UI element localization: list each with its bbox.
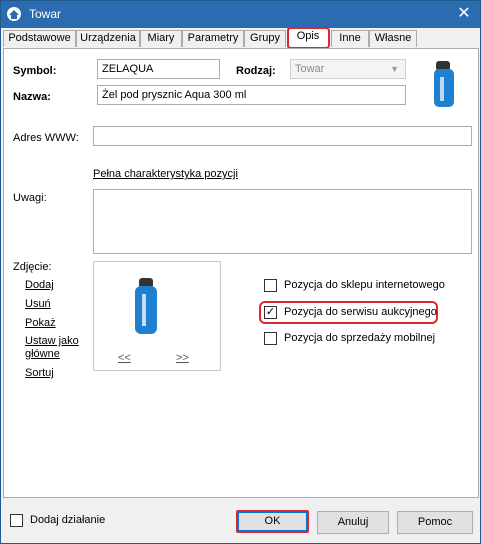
option-auction-label: Pozycja do serwisu aukcyjnego xyxy=(284,306,437,318)
option-webshop[interactable]: Pozycja do sklepu internetowego xyxy=(264,278,464,294)
nazwa-input[interactable]: Żel pod prysznic Aqua 300 ml xyxy=(97,85,406,105)
symbol-label: Symbol: xyxy=(13,65,57,77)
www-label: Adres WWW: xyxy=(13,132,79,144)
nazwa-label: Nazwa: xyxy=(13,91,51,103)
photo-add-link[interactable]: Dodaj xyxy=(25,279,54,292)
chevron-down-icon: ▼ xyxy=(390,64,399,74)
product-window: Towar ✕ Podstawowe Urządzenia Miary Para… xyxy=(0,0,481,544)
option-mobile-label: Pozycja do sprzedaży mobilnej xyxy=(284,332,436,344)
symbol-input[interactable]: ZELAQUA xyxy=(97,59,220,79)
photo-show-link[interactable]: Pokaż xyxy=(25,317,56,330)
rodzaj-value: Towar xyxy=(295,63,325,75)
option-auction-checkbox[interactable]: ✓ xyxy=(264,306,277,319)
rodzaj-select[interactable]: Towar ▼ xyxy=(290,59,406,79)
help-button[interactable]: Pomoc xyxy=(397,511,473,534)
photo-set-main-link[interactable]: Ustaw jako główne xyxy=(25,335,85,361)
rodzaj-label: Rodzaj: xyxy=(236,65,276,77)
ok-button[interactable]: OK xyxy=(238,512,307,531)
close-icon[interactable]: ✕ xyxy=(454,4,474,24)
tab-wlasne[interactable]: Własne xyxy=(369,30,417,47)
window-title: Towar xyxy=(29,7,62,21)
option-auction[interactable]: ✓ Pozycja do serwisu aukcyjnego xyxy=(264,305,437,321)
title-bar: Towar ✕ xyxy=(1,1,480,28)
tab-bar: Podstawowe Urządzenia Miary Parametry Gr… xyxy=(3,28,479,48)
tab-opis-highlight xyxy=(287,27,330,49)
photo-label: Zdjęcie: xyxy=(13,261,52,273)
tab-miary[interactable]: Miary xyxy=(140,30,182,47)
tab-podstawowe[interactable]: Podstawowe xyxy=(3,30,76,47)
product-thumbnail xyxy=(434,61,454,107)
option-mobile-checkbox[interactable] xyxy=(264,332,277,345)
photo-prev-button[interactable]: << xyxy=(118,352,131,365)
tab-grupy[interactable]: Grupy xyxy=(244,30,286,47)
full-spec-link[interactable]: Pełna charakterystyka pozycji xyxy=(93,168,238,181)
tab-inne[interactable]: Inne xyxy=(331,30,369,47)
opis-panel: Symbol: ZELAQUA Rodzaj: Towar ▼ Nazwa: Ż… xyxy=(3,48,479,498)
option-webshop-checkbox[interactable] xyxy=(264,279,277,292)
cancel-button[interactable]: Anuluj xyxy=(317,511,389,534)
tab-parametry[interactable]: Parametry xyxy=(182,30,244,47)
app-icon xyxy=(7,7,21,21)
option-webshop-label: Pozycja do sklepu internetowego xyxy=(284,279,445,291)
uwagi-textarea[interactable] xyxy=(93,189,472,254)
photo-next-button[interactable]: >> xyxy=(176,352,189,365)
photo-sort-link[interactable]: Sortuj xyxy=(25,367,54,380)
add-action-label: Dodaj działanie xyxy=(30,514,106,526)
product-photo[interactable] xyxy=(108,270,184,342)
add-action-checkbox[interactable] xyxy=(10,514,23,527)
tab-urzadzenia[interactable]: Urządzenia xyxy=(76,30,140,47)
uwagi-label: Uwagi: xyxy=(13,192,47,204)
footer: Dodaj działanie OK Anuluj Pomoc xyxy=(1,499,480,543)
photo-box: << >> xyxy=(93,261,221,371)
photo-remove-link[interactable]: Usuń xyxy=(25,298,51,311)
www-input[interactable] xyxy=(93,126,472,146)
option-mobile[interactable]: Pozycja do sprzedaży mobilnej xyxy=(264,331,464,347)
add-action-option[interactable]: Dodaj działanie xyxy=(10,513,120,529)
